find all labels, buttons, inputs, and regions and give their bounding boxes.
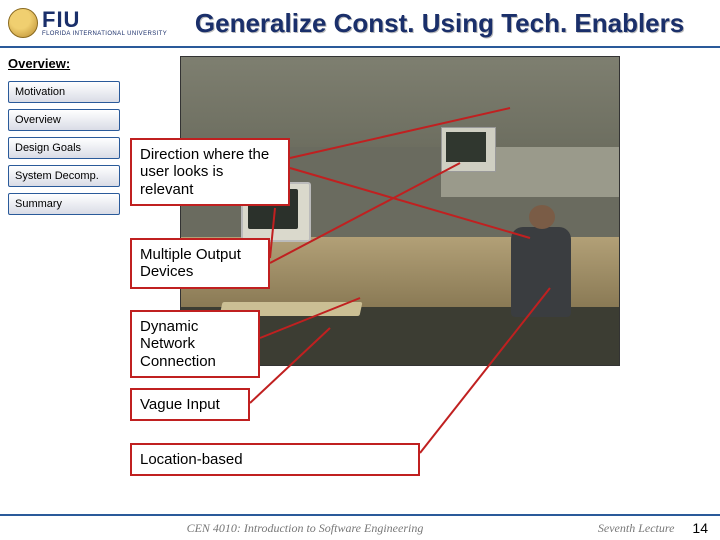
sidebar-item-design-goals[interactable]: Design Goals — [8, 137, 120, 159]
seal-icon — [8, 8, 38, 38]
monitor-icon — [441, 127, 496, 172]
callout-vague-input: Vague Input — [130, 388, 250, 421]
logo-subtext: FLORIDA INTERNATIONAL UNIVERSITY — [42, 31, 167, 37]
sidebar-item-motivation[interactable]: Motivation — [8, 81, 120, 103]
footer-lecture: Seventh Lecture — [598, 521, 675, 536]
logo-text: FIU — [42, 9, 167, 31]
callout-network: Dynamic Network Connection — [130, 310, 260, 378]
callout-location: Location-based — [130, 443, 420, 476]
sidebar-item-label: System Decomp. — [15, 170, 99, 182]
slide-title: Generalize Const. Using Tech. Enablers — [167, 8, 712, 39]
callout-output-devices: Multiple Output Devices — [130, 238, 270, 289]
callout-direction: Direction where the user looks is releva… — [130, 138, 290, 206]
sidebar-heading: Overview: — [8, 56, 122, 71]
footer-page-number: 14 — [692, 520, 708, 536]
sidebar-item-label: Overview — [15, 114, 61, 126]
sidebar-item-label: Summary — [15, 198, 62, 210]
sidebar-item-label: Motivation — [15, 86, 65, 98]
sidebar-item-system-decomp[interactable]: System Decomp. — [8, 165, 120, 187]
footer-course: CEN 4010: Introduction to Software Engin… — [12, 521, 598, 536]
sidebar-item-label: Design Goals — [15, 142, 81, 154]
sidebar-item-summary[interactable]: Summary — [8, 193, 120, 215]
logo: FIU FLORIDA INTERNATIONAL UNIVERSITY — [8, 8, 167, 38]
sidebar-item-overview[interactable]: Overview — [8, 109, 120, 131]
person-icon — [511, 227, 571, 317]
